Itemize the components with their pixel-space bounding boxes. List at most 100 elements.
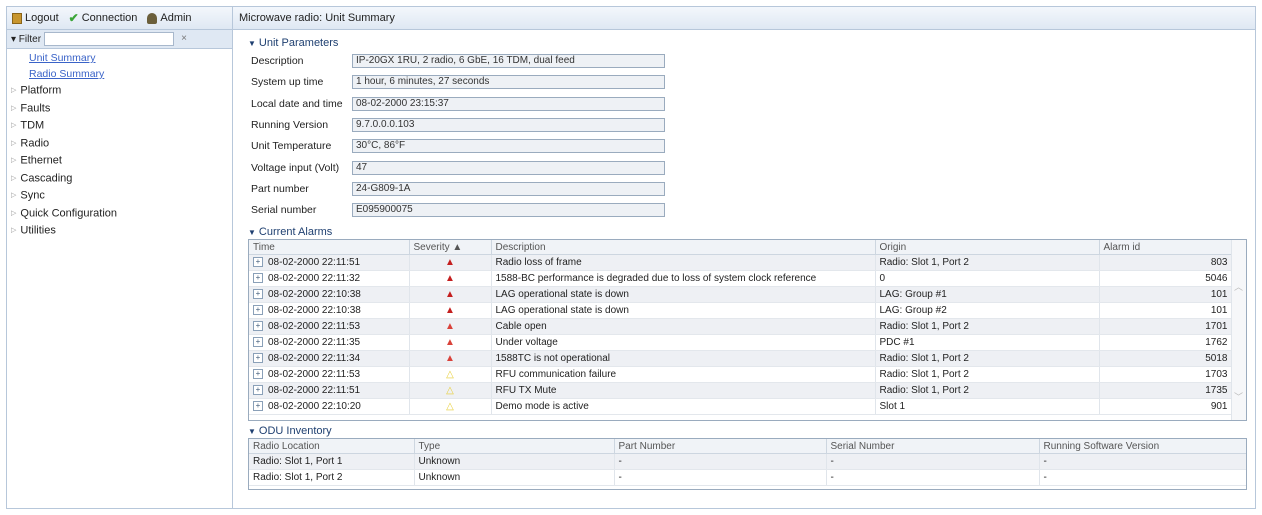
alarm-time: 08-02-2000 22:10:20 xyxy=(268,401,361,412)
alarm-row[interactable]: +08-02-2000 22:11:51 △ RFU TX Mute Radio: S… xyxy=(249,382,1233,399)
nav-item[interactable]: ▷ TDM xyxy=(7,117,232,135)
logout-icon xyxy=(12,12,22,24)
alarm-description: Demo mode is active xyxy=(491,398,876,415)
alarm-row[interactable]: +08-02-2000 22:11:32 ▲ 1588-BC performance… xyxy=(249,270,1233,287)
alarm-severity-cell: ▲ xyxy=(409,334,492,351)
param-value: 08-02-2000 23:15:37 xyxy=(352,96,665,111)
alarm-origin: Radio: Slot 1, Port 2 xyxy=(875,350,1100,367)
nav-item-label: Faults xyxy=(20,102,51,115)
odu-type: Unknown xyxy=(414,453,615,470)
nav-item[interactable]: ▷ Sync xyxy=(7,187,232,205)
column-header[interactable]: Time xyxy=(249,240,410,255)
alarm-row[interactable]: +08-02-2000 22:10:38 ▲ LAG operational sta… xyxy=(249,286,1233,303)
nav-item[interactable]: ▷ Radio xyxy=(7,135,232,153)
nav-link-radio-summary[interactable]: Radio Summary xyxy=(7,66,232,82)
bell-minor-icon: △ xyxy=(446,401,454,412)
column-header[interactable]: Running Software Version xyxy=(1039,439,1246,454)
expand-row-icon[interactable]: + xyxy=(253,401,263,412)
alarm-row[interactable]: +08-02-2000 22:11:53 ▲ Cable open Radio: Sl… xyxy=(249,318,1233,335)
odu-part: - xyxy=(614,453,827,470)
bell-critical-icon: ▲ xyxy=(445,289,455,300)
nav-item-label: Cascading xyxy=(20,172,73,185)
nav-item-label: Sync xyxy=(20,189,45,202)
clear-filter-icon[interactable]: × xyxy=(177,33,191,45)
param-label: System up time xyxy=(251,76,324,89)
nav-item-label: Quick Configuration xyxy=(20,207,117,220)
alarm-time: 08-02-2000 22:10:38 xyxy=(268,289,361,300)
user-icon xyxy=(147,12,158,24)
alarm-time: 08-02-2000 22:11:35 xyxy=(268,337,361,348)
connection-button[interactable]: ✔ Connection xyxy=(69,11,138,25)
odu-location: Radio: Slot 1, Port 1 xyxy=(249,453,415,470)
param-label: Description xyxy=(251,55,304,67)
column-header[interactable]: Description xyxy=(491,240,876,255)
column-header[interactable]: Origin xyxy=(875,240,1100,255)
nav-item[interactable]: ▷ Ethernet xyxy=(7,152,232,170)
alarm-origin: PDC #1 xyxy=(875,334,1100,351)
check-icon: ✔ xyxy=(68,11,79,25)
expand-row-icon[interactable]: + xyxy=(253,353,263,364)
alarm-origin: 0 xyxy=(875,270,1100,287)
admin-button[interactable]: Admin xyxy=(147,12,192,24)
alarm-row[interactable]: +08-02-2000 22:11:35 ▲ Under voltage PDC #1… xyxy=(249,334,1233,351)
odu-serial: - xyxy=(826,469,1040,486)
scroll-down-icon[interactable]: ﹀ xyxy=(1234,390,1243,403)
alarms-scrollbar[interactable]: ︿ ﹀ xyxy=(1231,240,1246,420)
nav-item[interactable]: ▷ Cascading xyxy=(7,170,232,188)
expand-row-icon[interactable]: + xyxy=(253,385,263,396)
expand-row-icon[interactable]: + xyxy=(253,289,263,300)
alarms-table-container: Time Severity ▲ Description Origin Alarm id … xyxy=(248,239,1247,421)
alarm-severity-cell: △ xyxy=(409,398,492,415)
alarm-time-cell: +08-02-2000 22:11:53 xyxy=(249,366,410,383)
nav-item[interactable]: ▷ Utilities xyxy=(7,222,232,240)
alarm-time: 08-02-2000 22:11:51 xyxy=(268,257,361,268)
bell-critical-icon: ▲ xyxy=(445,273,455,284)
expand-row-icon[interactable]: + xyxy=(253,369,263,380)
alarm-description: LAG operational state is down xyxy=(491,302,876,319)
column-header[interactable]: Type xyxy=(414,439,615,454)
alarm-time-cell: +08-02-2000 22:11:35 xyxy=(249,334,410,351)
alarm-row[interactable]: +08-02-2000 22:11:51 ▲ Radio loss of frame… xyxy=(249,254,1233,271)
column-header[interactable]: Radio Location xyxy=(249,439,415,454)
current-alarms-header[interactable]: ▼ Current Alarms xyxy=(248,226,332,238)
nav-item[interactable]: ▷ Platform xyxy=(7,82,232,100)
column-header[interactable]: Part Number xyxy=(614,439,827,454)
nav-item[interactable]: ▷ Quick Configuration xyxy=(7,205,232,223)
column-header[interactable]: Alarm id xyxy=(1099,240,1233,255)
expand-row-icon[interactable]: + xyxy=(253,305,263,316)
expand-arrow-icon: ▷ xyxy=(11,139,17,147)
alarm-origin: Radio: Slot 1, Port 2 xyxy=(875,318,1100,335)
odu-inventory-header[interactable]: ▼ ODU Inventory xyxy=(248,425,332,437)
expand-row-icon[interactable]: + xyxy=(253,337,263,348)
bell-major-icon: ▲ xyxy=(445,353,455,364)
expand-row-icon[interactable]: + xyxy=(253,321,263,332)
unit-parameters-header[interactable]: ▼ Unit Parameters xyxy=(248,37,338,49)
alarm-severity-cell: ▲ xyxy=(409,254,492,271)
nav-item-label: Platform xyxy=(20,84,62,97)
alarm-description: Under voltage xyxy=(491,334,876,351)
nav-link-unit-summary[interactable]: Unit Summary xyxy=(7,50,232,66)
filter-input[interactable] xyxy=(44,32,175,46)
scroll-up-icon[interactable]: ︿ xyxy=(1234,280,1243,293)
main-panel: Microwave radio: Unit Summary ▼ Unit Para… xyxy=(233,7,1255,508)
logout-button[interactable]: Logout xyxy=(12,12,59,24)
column-header[interactable]: Serial Number xyxy=(826,439,1040,454)
alarm-id: 1735 xyxy=(1099,382,1233,399)
alarm-row[interactable]: +08-02-2000 22:10:38 ▲ LAG operational sta… xyxy=(249,302,1233,319)
filter-label[interactable]: ▾ Filter xyxy=(11,34,41,45)
odu-row[interactable]: Radio: Slot 1, Port 1 Unknown - - - xyxy=(249,453,1246,470)
nav-item[interactable]: ▷ Faults xyxy=(7,100,232,118)
column-header[interactable]: Severity ▲ xyxy=(409,240,492,255)
alarm-row[interactable]: +08-02-2000 22:10:20 △ Demo mode is active… xyxy=(249,398,1233,415)
alarm-description: RFU communication failure xyxy=(491,366,876,383)
alarm-row[interactable]: +08-02-2000 22:11:34 ▲ 1588TC is not opera… xyxy=(249,350,1233,367)
param-value: 24-G809-1A xyxy=(352,181,665,196)
expand-row-icon[interactable]: + xyxy=(253,257,263,268)
bell-major-icon: ▲ xyxy=(445,321,455,332)
alarm-description: LAG operational state is down xyxy=(491,286,876,303)
expand-row-icon[interactable]: + xyxy=(253,273,263,284)
top-toolbar: Logout ✔ Connection Admin xyxy=(7,7,232,30)
nav-item-label: Radio xyxy=(20,137,50,150)
odu-row[interactable]: Radio: Slot 1, Port 2 Unknown - - - xyxy=(249,469,1246,486)
alarm-row[interactable]: +08-02-2000 22:11:53 △ RFU communication f… xyxy=(249,366,1233,383)
